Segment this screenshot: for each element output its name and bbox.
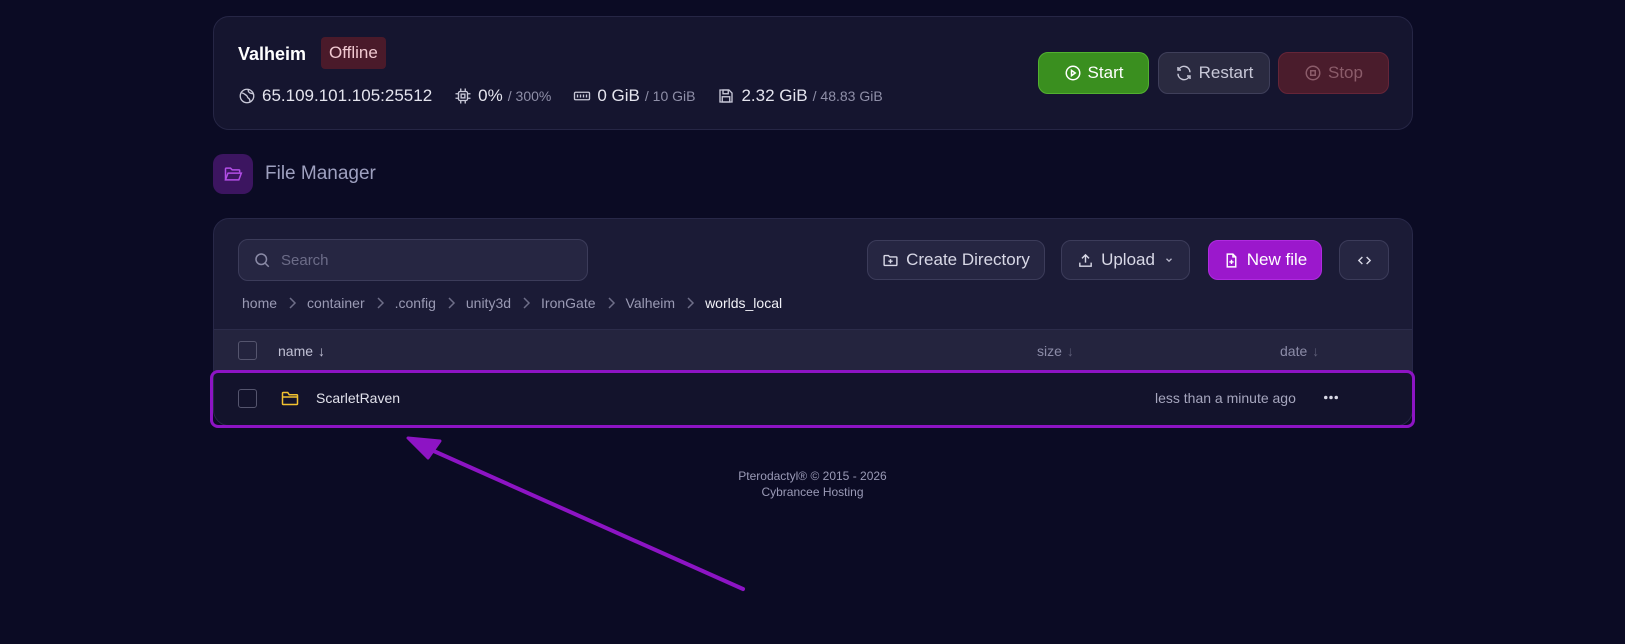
chevron-right-icon xyxy=(375,297,385,309)
create-directory-label: Create Directory xyxy=(906,250,1030,269)
upload-label: Upload xyxy=(1101,250,1155,269)
column-name-header[interactable]: name ↓ xyxy=(278,343,325,359)
folder-icon xyxy=(281,391,299,406)
file-name[interactable]: ScarletRaven xyxy=(316,390,400,406)
breadcrumb: home container .config unity3d IronGate … xyxy=(242,293,792,313)
chevron-right-icon xyxy=(521,297,531,309)
stop-label: Stop xyxy=(1328,63,1363,82)
column-name-label: name xyxy=(278,343,314,359)
start-button[interactable]: Start xyxy=(1038,52,1149,94)
breadcrumb-item[interactable]: Valheim xyxy=(626,295,676,311)
file-panel: Create Directory Upload New file home co… xyxy=(213,218,1413,426)
new-file-button[interactable]: New file xyxy=(1208,240,1322,280)
file-plus-icon xyxy=(1226,252,1237,268)
file-manager-icon-box xyxy=(213,154,253,194)
cpu-icon xyxy=(455,88,471,104)
column-size-label: size xyxy=(1037,343,1062,359)
chevron-right-icon xyxy=(287,297,297,309)
table-row[interactable]: ScarletRaven less than a minute ago xyxy=(214,371,1412,425)
code-view-button[interactable] xyxy=(1339,240,1389,280)
cpu-value: 0% xyxy=(478,86,503,105)
server-card: Valheim Offline 65.109.101.105:25512 0% … xyxy=(213,16,1413,130)
cpu-limit: / 300% xyxy=(507,88,552,104)
stop-icon xyxy=(1305,65,1321,81)
chevron-right-icon xyxy=(685,297,695,309)
disk-limit: / 48.83 GiB xyxy=(812,88,883,104)
file-date: less than a minute ago xyxy=(1155,390,1296,406)
play-icon xyxy=(1065,65,1081,81)
sort-arrow-icon: ↓ xyxy=(1066,343,1074,359)
code-icon xyxy=(1357,255,1371,265)
breadcrumb-item[interactable]: unity3d xyxy=(466,295,511,311)
status-badge: Offline xyxy=(321,37,386,69)
breadcrumb-current: worlds_local xyxy=(705,295,783,311)
restart-button[interactable]: Restart xyxy=(1158,52,1270,94)
search-input[interactable] xyxy=(281,251,571,269)
search-icon xyxy=(255,253,270,268)
footer-copyright: Pterodactyl® © 2015 - 2026 xyxy=(738,469,887,483)
restart-icon xyxy=(1176,65,1191,81)
chevron-right-icon xyxy=(606,297,616,309)
cpu-stat: 0% / 300% xyxy=(454,86,551,106)
disk-stat: 2.32 GiB / 48.83 GiB xyxy=(717,86,883,106)
upload-button[interactable]: Upload xyxy=(1061,240,1190,280)
column-size-header[interactable]: size ↓ xyxy=(1037,343,1074,359)
disk-value: 2.32 GiB xyxy=(741,86,808,105)
more-icon[interactable] xyxy=(1318,385,1344,409)
column-date-label: date xyxy=(1280,343,1308,359)
select-all-checkbox[interactable] xyxy=(238,341,257,360)
globe-icon xyxy=(239,88,255,104)
memory-limit: / 10 GiB xyxy=(644,88,696,104)
breadcrumb-item[interactable]: IronGate xyxy=(541,295,595,311)
server-name: Valheim xyxy=(238,44,307,64)
breadcrumb-item[interactable]: home xyxy=(242,295,277,311)
breadcrumb-item[interactable]: container xyxy=(307,295,365,311)
chevron-down-icon xyxy=(1165,258,1172,263)
disk-icon xyxy=(719,89,734,103)
memory-icon xyxy=(574,91,591,101)
memory-stat: 0 GiB / 10 GiB xyxy=(573,86,695,106)
server-stats: 65.109.101.105:25512 0% / 300% 0 GiB / 1… xyxy=(238,83,905,109)
chevron-right-icon xyxy=(446,297,456,309)
footer-host: Cybrancee Hosting xyxy=(761,485,864,499)
start-label: Start xyxy=(1087,63,1124,82)
breadcrumb-item[interactable]: .config xyxy=(395,295,436,311)
row-checkbox[interactable] xyxy=(238,389,257,408)
table-header: name ↓ size ↓ date ↓ xyxy=(214,329,1412,371)
sort-arrow-icon: ↓ xyxy=(1312,343,1320,359)
page-title: File Manager xyxy=(265,163,376,184)
folder-open-icon xyxy=(224,167,243,181)
sort-arrow-icon: ↓ xyxy=(318,343,326,359)
server-address: 65.109.101.105:25512 xyxy=(262,86,433,105)
address-stat: 65.109.101.105:25512 xyxy=(238,86,432,106)
column-date-header[interactable]: date ↓ xyxy=(1280,343,1319,359)
search-box[interactable] xyxy=(238,239,588,281)
footer: Pterodactyl® © 2015 - 2026 Cybrancee Hos… xyxy=(0,468,1625,500)
memory-value: 0 GiB xyxy=(597,86,640,105)
upload-icon xyxy=(1079,253,1092,267)
create-directory-button[interactable]: Create Directory xyxy=(867,240,1045,280)
restart-label: Restart xyxy=(1198,63,1254,82)
folder-plus-icon xyxy=(883,254,898,266)
stop-button[interactable]: Stop xyxy=(1278,52,1389,94)
new-file-label: New file xyxy=(1246,250,1308,269)
